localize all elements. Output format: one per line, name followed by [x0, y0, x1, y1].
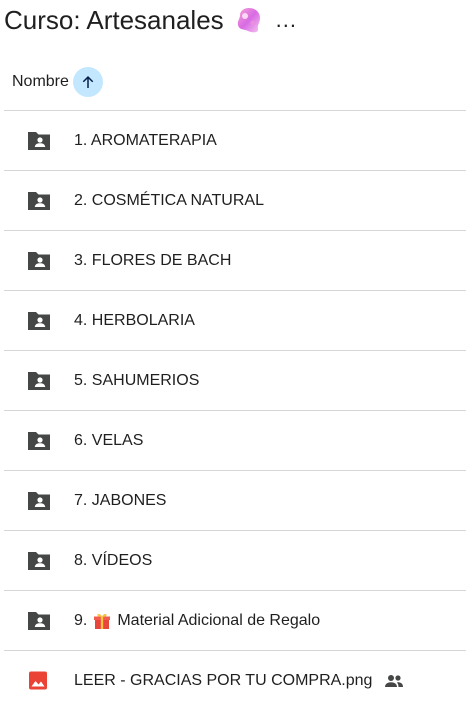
- item-name: 2. COSMÉTICA NATURAL: [74, 191, 264, 209]
- list-item[interactable]: 7. JABONES: [4, 470, 466, 530]
- item-name: 1. AROMATERAPIA: [74, 131, 217, 149]
- shared-folder-icon: [26, 430, 50, 452]
- shared-folder-icon: [26, 370, 50, 392]
- page-title: Curso: Artesanales ...: [4, 0, 297, 40]
- item-number: 9.: [74, 611, 88, 629]
- list-item[interactable]: LEER - GRACIAS POR TU COMPRA.png: [4, 650, 466, 710]
- more-options-button[interactable]: ...: [276, 7, 297, 33]
- shared-folder-icon: [26, 550, 50, 572]
- shared-folder-icon: [26, 610, 50, 632]
- list-item[interactable]: 2. COSMÉTICA NATURAL: [4, 170, 466, 230]
- item-label: Material Adicional de Regalo: [117, 611, 321, 629]
- list-item[interactable]: 3. FLORES DE BACH: [4, 230, 466, 290]
- item-name: 9. Material Adicional de Regalo: [74, 612, 320, 630]
- sort-direction-button[interactable]: [72, 67, 103, 97]
- list-item[interactable]: 9. Material Adicional de Regalo: [4, 590, 466, 650]
- item-name: 6. VELAS: [74, 431, 144, 449]
- arrow-up-icon: [82, 76, 94, 88]
- shared-folder-icon: [26, 310, 50, 332]
- item-name: 3. FLORES DE BACH: [74, 251, 232, 269]
- list-item[interactable]: 5. SAHUMERIOS: [4, 350, 466, 410]
- list-item[interactable]: 1. AROMATERAPIA: [4, 110, 466, 170]
- shared-people-icon: [384, 674, 404, 688]
- item-name: LEER - GRACIAS POR TU COMPRA.png: [74, 672, 404, 690]
- sparkle-blob-icon: [234, 5, 264, 35]
- item-label: LEER - GRACIAS POR TU COMPRA.png: [74, 671, 373, 689]
- file-list: 1. AROMATERAPIA 2. COSMÉTICA NATURAL 3. …: [4, 110, 466, 710]
- sort-column-label[interactable]: Nombre: [12, 73, 69, 91]
- gift-icon: [93, 612, 111, 630]
- shared-folder-icon: [26, 190, 50, 212]
- shared-folder-icon: [26, 130, 50, 152]
- shared-folder-icon: [26, 250, 50, 272]
- list-item[interactable]: 8. VÍDEOS: [4, 530, 466, 590]
- item-name: 5. SAHUMERIOS: [74, 371, 200, 389]
- item-name: 8. VÍDEOS: [74, 551, 153, 569]
- list-item[interactable]: 4. HERBOLARIA: [4, 290, 466, 350]
- item-name: 4. HERBOLARIA: [74, 311, 195, 329]
- item-name: 7. JABONES: [74, 491, 167, 509]
- shared-folder-icon: [26, 490, 50, 512]
- sort-header: Nombre: [12, 66, 103, 98]
- image-file-icon: [26, 670, 50, 692]
- list-item[interactable]: 6. VELAS: [4, 410, 466, 470]
- folder-title-text: Curso: Artesanales: [4, 4, 224, 35]
